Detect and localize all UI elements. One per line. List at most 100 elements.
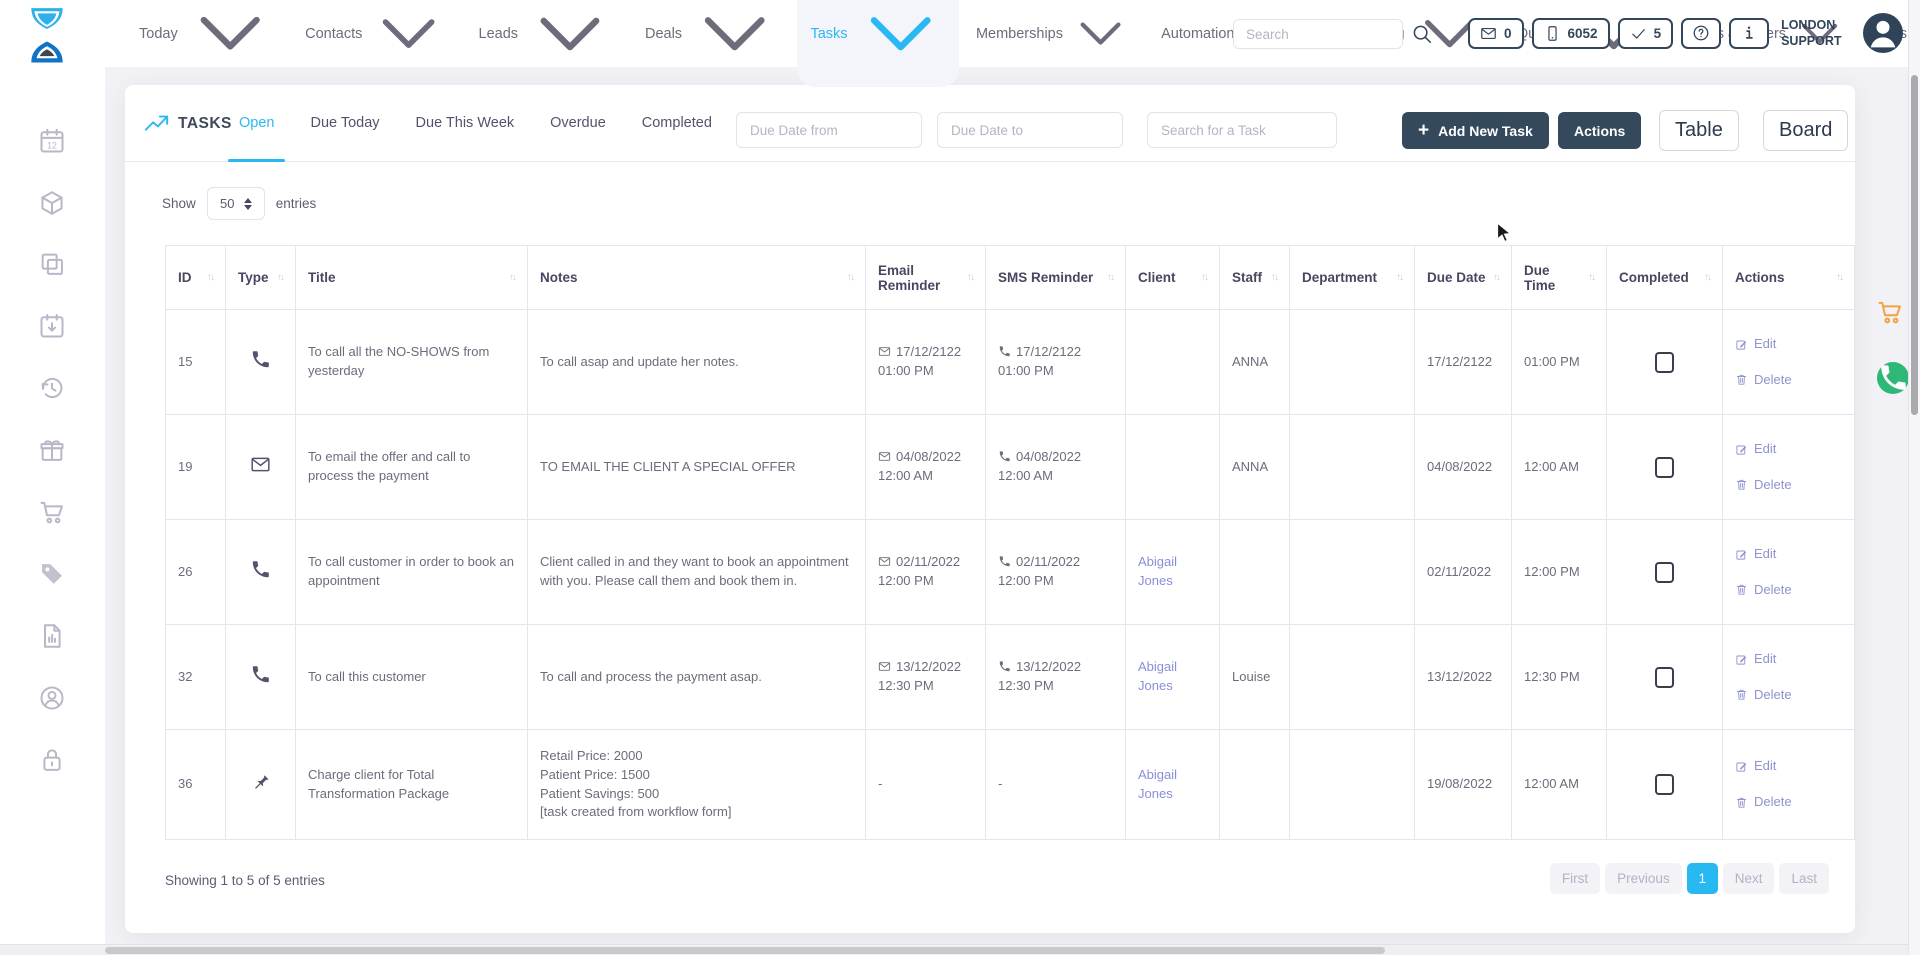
column-header-completed[interactable]: Completed↑↓ <box>1607 246 1723 310</box>
nav-item-label: Memberships <box>976 26 1063 42</box>
add-new-task-button[interactable]: + Add New Task <box>1402 112 1549 149</box>
task-row-36: 36Charge client for Total Transformation… <box>166 730 1855 840</box>
actions-button[interactable]: Actions <box>1558 112 1641 149</box>
completed-checkbox[interactable] <box>1655 352 1674 373</box>
floating-phone-button[interactable] <box>1877 362 1909 394</box>
sidebar-item-lock[interactable] <box>38 746 66 774</box>
history-icon <box>38 374 66 402</box>
chevron-down-icon <box>369 0 448 73</box>
sidebar-item-cart[interactable] <box>38 498 66 526</box>
page-button-1[interactable]: 1 <box>1687 863 1718 894</box>
completed-checkbox[interactable] <box>1655 667 1674 688</box>
sms-badge[interactable]: 6052 <box>1532 18 1610 49</box>
cell-email-reminder: - <box>866 730 986 840</box>
table-view-button[interactable]: Table <box>1659 110 1739 151</box>
floating-cart-button[interactable] <box>1876 298 1904 326</box>
nav-item-memberships[interactable]: Memberships <box>963 0 1144 72</box>
client-link[interactable]: Abigail Jones <box>1138 659 1177 693</box>
cell-email-reminder: 04/08/2022 12:00 AM <box>866 415 986 520</box>
cell-department <box>1290 415 1415 520</box>
edit-task-link[interactable]: Edit <box>1735 650 1842 669</box>
sidebar-item-user-circle[interactable] <box>38 684 66 712</box>
column-header-id[interactable]: ID↑↓ <box>166 246 226 310</box>
edit-task-link[interactable]: Edit <box>1735 545 1842 564</box>
horizontal-scrollbar-thumb[interactable] <box>105 947 1385 954</box>
column-header-due-time[interactable]: Due Time↑↓ <box>1512 246 1607 310</box>
global-search-input[interactable] <box>1233 19 1403 49</box>
column-header-notes[interactable]: Notes↑↓ <box>528 246 866 310</box>
edit-task-link[interactable]: Edit <box>1735 440 1842 459</box>
nav-item-deals[interactable]: Deals <box>632 0 793 87</box>
tab-completed[interactable]: Completed <box>624 85 730 161</box>
tab-open[interactable]: Open <box>221 85 292 161</box>
completed-checkbox[interactable] <box>1655 562 1674 583</box>
tab-due-this-week[interactable]: Due This Week <box>398 85 533 161</box>
help-button[interactable] <box>1681 18 1721 49</box>
page-button-first[interactable]: First <box>1550 863 1600 894</box>
trash-icon <box>1735 583 1748 596</box>
delete-task-link[interactable]: Delete <box>1735 371 1842 390</box>
nav-item-tasks[interactable]: Tasks <box>797 0 958 87</box>
cell-title: Charge client for Total Transformation P… <box>296 730 528 840</box>
sidebar-item-copy[interactable] <box>38 250 66 278</box>
vertical-scrollbar[interactable] <box>1908 0 1920 955</box>
column-header-title[interactable]: Title↑↓ <box>296 246 528 310</box>
sidebar-item-calendar[interactable]: 12 <box>38 127 66 155</box>
page-button-previous[interactable]: Previous <box>1605 863 1682 894</box>
due-date-to-input[interactable] <box>937 112 1123 148</box>
delete-task-link[interactable]: Delete <box>1735 686 1842 705</box>
cell-staff: ANNA <box>1220 415 1290 520</box>
column-header-client[interactable]: Client↑↓ <box>1126 246 1220 310</box>
email-badge[interactable]: 0 <box>1468 18 1524 49</box>
nav-item-contacts[interactable]: Contacts <box>292 0 461 81</box>
edit-task-link[interactable]: Edit <box>1735 757 1842 776</box>
task-search-input[interactable] <box>1147 112 1337 148</box>
sidebar-item-history[interactable] <box>38 374 66 402</box>
app-logo[interactable] <box>24 6 70 62</box>
column-header-department[interactable]: Department↑↓ <box>1290 246 1415 310</box>
delete-task-link[interactable]: Delete <box>1735 476 1842 495</box>
sidebar-item-calendar-sync[interactable] <box>38 312 66 340</box>
nav-item-today[interactable]: Today <box>126 0 288 87</box>
sidebar-item-report[interactable] <box>38 622 66 650</box>
vertical-scrollbar-thumb[interactable] <box>1911 75 1918 415</box>
user-avatar[interactable] <box>1863 13 1903 53</box>
tasks-badge-count: 5 <box>1654 26 1662 41</box>
search-button[interactable] <box>1411 23 1433 45</box>
page-button-last[interactable]: Last <box>1779 863 1829 894</box>
column-header-actions[interactable]: Actions↑↓ <box>1723 246 1855 310</box>
due-date-from-input[interactable] <box>736 112 922 148</box>
note-line: To call asap and update her notes. <box>540 353 853 372</box>
column-header-email-reminder[interactable]: Email Reminder↑↓ <box>866 246 986 310</box>
svg-text:12: 12 <box>47 141 57 151</box>
sidebar-item-cube[interactable] <box>38 189 66 217</box>
tasks-badge[interactable]: 5 <box>1618 18 1674 49</box>
sidebar-item-gift[interactable] <box>38 436 66 464</box>
edit-task-link[interactable]: Edit <box>1735 335 1842 354</box>
tab-due-today[interactable]: Due Today <box>292 85 397 161</box>
envelope-icon <box>878 450 891 463</box>
client-link[interactable]: Abigail Jones <box>1138 767 1177 801</box>
page-button-next[interactable]: Next <box>1723 863 1775 894</box>
delete-task-link[interactable]: Delete <box>1735 793 1842 812</box>
column-header-sms-reminder[interactable]: SMS Reminder↑↓ <box>986 246 1126 310</box>
delete-task-link[interactable]: Delete <box>1735 581 1842 600</box>
board-view-button[interactable]: Board <box>1763 110 1848 151</box>
client-link[interactable]: Abigail Jones <box>1138 554 1177 588</box>
column-header-type[interactable]: Type↑↓ <box>226 246 296 310</box>
page-size-select[interactable]: 50 <box>207 187 265 220</box>
column-header-staff[interactable]: Staff↑↓ <box>1220 246 1290 310</box>
sidebar-item-price-tag[interactable] <box>38 560 66 588</box>
edit-task-link-label: Edit <box>1754 335 1776 354</box>
cell-notes: Client called in and they want to book a… <box>528 520 866 625</box>
column-header-due-date[interactable]: Due Date↑↓ <box>1415 246 1512 310</box>
horizontal-scrollbar[interactable] <box>0 944 1908 955</box>
sort-arrows-icon: ↑↓ <box>1836 272 1842 283</box>
info-button[interactable] <box>1729 18 1769 49</box>
tab-overdue[interactable]: Overdue <box>532 85 624 161</box>
nav-item-leads[interactable]: Leads <box>466 0 628 86</box>
entries-label: entries <box>276 196 317 211</box>
completed-checkbox[interactable] <box>1655 774 1674 795</box>
cell-id: 19 <box>166 415 226 520</box>
completed-checkbox[interactable] <box>1655 457 1674 478</box>
